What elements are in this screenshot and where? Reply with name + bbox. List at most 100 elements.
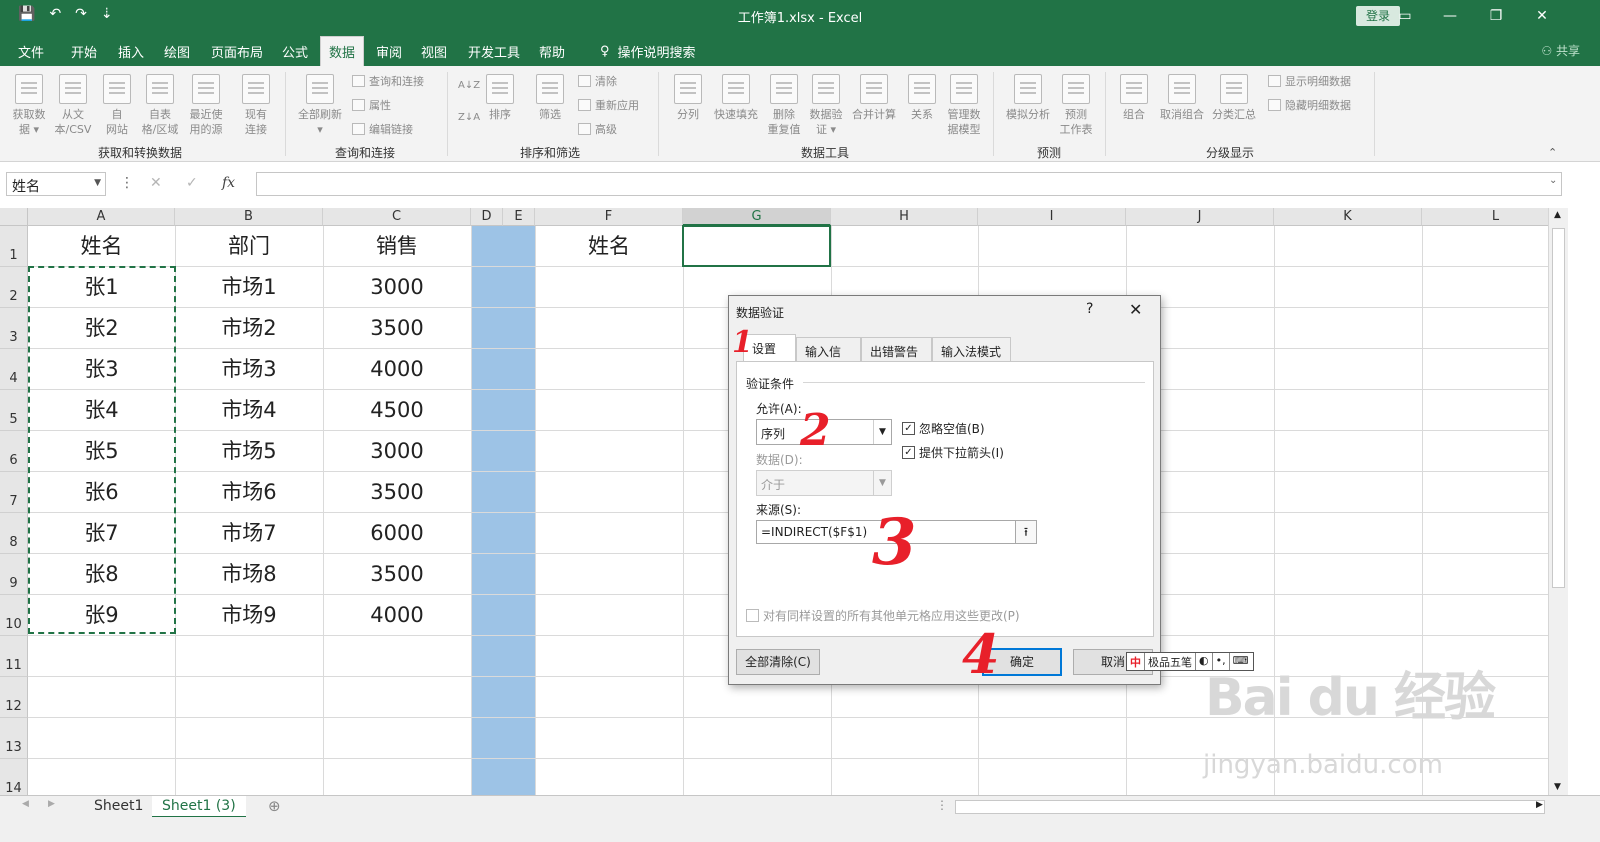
cell-c7[interactable]: 3500 <box>323 472 471 513</box>
column-header-b[interactable]: B <box>175 208 323 226</box>
row-header-6[interactable]: 6 <box>0 431 28 472</box>
tab-draw[interactable]: 绘图 <box>164 42 190 61</box>
row-header-12[interactable]: 12 <box>0 677 28 718</box>
filter-button[interactable]: 筛选 <box>532 74 568 122</box>
from-web-button[interactable]: 自网站 <box>98 74 136 137</box>
cell-b1[interactable]: 部门 <box>175 226 323 267</box>
sort-button[interactable]: 排序 <box>482 74 518 122</box>
relationships-button[interactable]: 关系 <box>904 74 940 122</box>
chevron-down-icon[interactable]: ▼ <box>873 420 891 444</box>
column-header-d[interactable]: D <box>471 208 503 226</box>
row-header-7[interactable]: 7 <box>0 472 28 513</box>
from-csv-button[interactable]: 从文 本/CSV <box>52 74 94 137</box>
advanced-filter-button[interactable]: 高级 <box>578 121 617 137</box>
share-button[interactable]: ⚇ 共享 <box>1541 42 1580 59</box>
chevron-down-icon[interactable]: ▼ <box>873 471 891 495</box>
sheet-tab-sheet1-3[interactable]: Sheet1 (3) <box>152 796 246 818</box>
cell-b10[interactable]: 市场9 <box>175 595 323 636</box>
ime-chinese-icon[interactable]: 中 <box>1127 653 1145 670</box>
sort-ascending-button[interactable]: A↓Z <box>458 80 480 91</box>
help-icon[interactable]: ? <box>1086 301 1093 317</box>
close-window-icon[interactable]: ✕ <box>1530 5 1554 27</box>
get-data-button[interactable]: 获取数据 ▾ <box>8 74 50 137</box>
tab-developer[interactable]: 开发工具 <box>468 42 520 61</box>
consolidate-button[interactable]: 合并计算 <box>848 74 900 122</box>
column-header-h[interactable]: H <box>831 208 978 226</box>
column-header-k[interactable]: K <box>1274 208 1422 226</box>
tab-file[interactable]: 文件 <box>18 42 44 61</box>
add-sheet-icon[interactable]: ⊕ <box>268 797 281 815</box>
prev-sheet-icon[interactable]: ◀ <box>22 799 29 809</box>
cell-c4[interactable]: 4000 <box>323 349 471 390</box>
column-header-g[interactable]: G <box>683 208 831 226</box>
subtotal-button[interactable]: 分类汇总 <box>1208 74 1260 122</box>
tab-formulas[interactable]: 公式 <box>282 42 308 61</box>
minimize-icon[interactable]: — <box>1438 5 1462 27</box>
formula-input[interactable] <box>256 172 1562 196</box>
tab-page-layout[interactable]: 页面布局 <box>211 42 263 61</box>
edit-links-button[interactable]: 编辑链接 <box>352 121 413 137</box>
ribbon-display-icon[interactable]: ▭ <box>1393 5 1417 27</box>
manage-data-model-button[interactable]: 管理数 据模型 <box>942 74 986 137</box>
row-header-11[interactable]: 11 <box>0 636 28 677</box>
properties-button[interactable]: 属性 <box>352 97 391 113</box>
row-header-1[interactable]: 1 <box>0 226 28 267</box>
cell-c6[interactable]: 3000 <box>323 431 471 472</box>
select-all-corner[interactable] <box>0 208 28 226</box>
collapse-dialog-icon[interactable]: ⭱ <box>1015 520 1037 544</box>
tab-help[interactable]: 帮助 <box>539 42 565 61</box>
forecast-sheet-button[interactable]: 预测 工作表 <box>1054 74 1098 137</box>
row-header-14[interactable]: 14 <box>0 759 28 795</box>
cell-c1[interactable]: 销售 <box>323 226 471 267</box>
group-button[interactable]: 组合 <box>1114 74 1154 122</box>
tab-data[interactable]: 数据 <box>320 36 365 66</box>
clear-all-button[interactable]: 全部清除(C) <box>736 649 820 675</box>
sheet-tab-sheet1[interactable]: Sheet1 <box>84 796 153 818</box>
show-detail-button[interactable]: 显示明细数据 <box>1268 73 1351 89</box>
cell-b8[interactable]: 市场7 <box>175 513 323 554</box>
data-select[interactable]: 介于 ▼ <box>756 470 892 496</box>
cell-b7[interactable]: 市场6 <box>175 472 323 513</box>
restore-icon[interactable]: ❐ <box>1484 5 1508 27</box>
cell-c5[interactable]: 4500 <box>323 390 471 431</box>
close-icon[interactable]: ✕ <box>1129 300 1142 319</box>
row-header-9[interactable]: 9 <box>0 554 28 595</box>
in-cell-dropdown-checkbox[interactable]: ✓ 提供下拉箭头(I) <box>902 444 1004 461</box>
cell-b2[interactable]: 市场1 <box>175 267 323 308</box>
refresh-all-button[interactable]: 全部刷新 ▾ <box>292 74 348 137</box>
cell-c2[interactable]: 3000 <box>323 267 471 308</box>
remove-duplicates-button[interactable]: 删除 重复值 <box>764 74 804 137</box>
cell-a1[interactable]: 姓名 <box>28 226 175 267</box>
what-if-analysis-button[interactable]: 模拟分析 <box>1002 74 1054 122</box>
chevron-down-icon[interactable]: ▼ <box>94 178 101 188</box>
column-header-i[interactable]: I <box>978 208 1126 226</box>
column-header-a[interactable]: A <box>28 208 175 226</box>
clear-filter-button[interactable]: 清除 <box>578 73 617 89</box>
scroll-thumb[interactable] <box>1552 228 1565 588</box>
queries-connections-button[interactable]: 查询和连接 <box>352 73 424 89</box>
cancel-formula-icon[interactable]: ✕ <box>150 175 162 191</box>
column-header-f[interactable]: F <box>535 208 683 226</box>
tab-input-message[interactable]: 输入信息 <box>796 337 861 376</box>
ime-name[interactable]: 极品五笔 <box>1145 653 1196 670</box>
enter-formula-icon[interactable]: ✓ <box>186 175 198 191</box>
row-header-3[interactable]: 3 <box>0 308 28 349</box>
row-header-8[interactable]: 8 <box>0 513 28 554</box>
row-header-4[interactable]: 4 <box>0 349 28 390</box>
cell-c8[interactable]: 6000 <box>323 513 471 554</box>
column-header-l[interactable]: L <box>1422 208 1548 226</box>
horizontal-scrollbar[interactable] <box>955 800 1545 814</box>
cell-b4[interactable]: 市场3 <box>175 349 323 390</box>
text-to-columns-button[interactable]: 分列 <box>670 74 706 122</box>
tell-me-search[interactable]: ♀ 操作说明搜索 <box>600 42 696 61</box>
recent-sources-button[interactable]: 最近使 用的源 <box>184 74 228 137</box>
existing-connections-button[interactable]: 现有 连接 <box>236 74 276 137</box>
cell-b6[interactable]: 市场5 <box>175 431 323 472</box>
row-header-13[interactable]: 13 <box>0 718 28 759</box>
row-header-2[interactable]: 2 <box>0 267 28 308</box>
row-header-10[interactable]: 10 <box>0 595 28 636</box>
cell-c10[interactable]: 4000 <box>323 595 471 636</box>
ungroup-button[interactable]: 取消组合 <box>1156 74 1208 122</box>
column-header-c[interactable]: C <box>323 208 471 226</box>
tab-review[interactable]: 审阅 <box>376 42 402 61</box>
